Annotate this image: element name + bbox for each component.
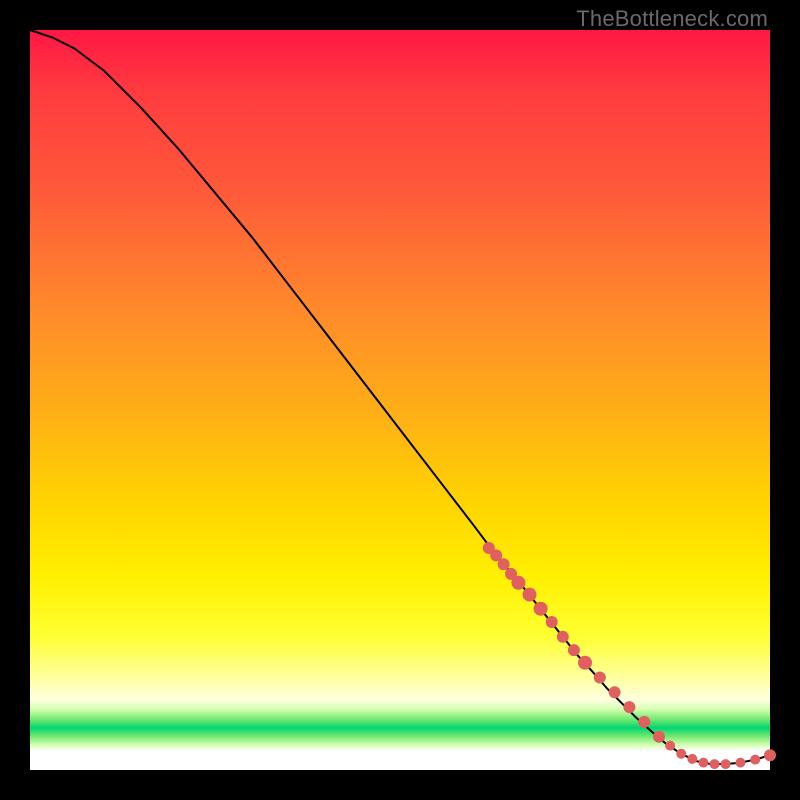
data-marker: [578, 656, 592, 670]
data-marker: [687, 754, 697, 764]
data-marker: [534, 602, 548, 616]
data-marker: [735, 758, 745, 768]
data-marker: [665, 741, 675, 751]
data-marker: [498, 558, 510, 570]
watermark-text: TheBottleneck.com: [576, 6, 768, 32]
data-marker: [523, 588, 537, 602]
data-marker: [721, 759, 731, 769]
bottleneck-curve: [30, 30, 770, 764]
data-marker: [557, 631, 569, 643]
highlighted-points: [483, 542, 776, 769]
data-marker: [698, 758, 708, 768]
data-marker: [511, 576, 525, 590]
data-marker: [594, 672, 606, 684]
data-marker: [546, 616, 558, 628]
data-marker: [710, 759, 720, 769]
data-marker: [676, 749, 686, 759]
data-marker: [638, 716, 650, 728]
chart-frame: TheBottleneck.com: [0, 0, 800, 800]
data-marker: [623, 701, 635, 713]
chart-overlay: [30, 30, 770, 770]
data-marker: [764, 749, 776, 761]
data-marker: [653, 731, 665, 743]
plot-area: [30, 30, 770, 770]
data-marker: [750, 755, 760, 765]
data-marker: [609, 686, 621, 698]
data-marker: [568, 644, 580, 656]
